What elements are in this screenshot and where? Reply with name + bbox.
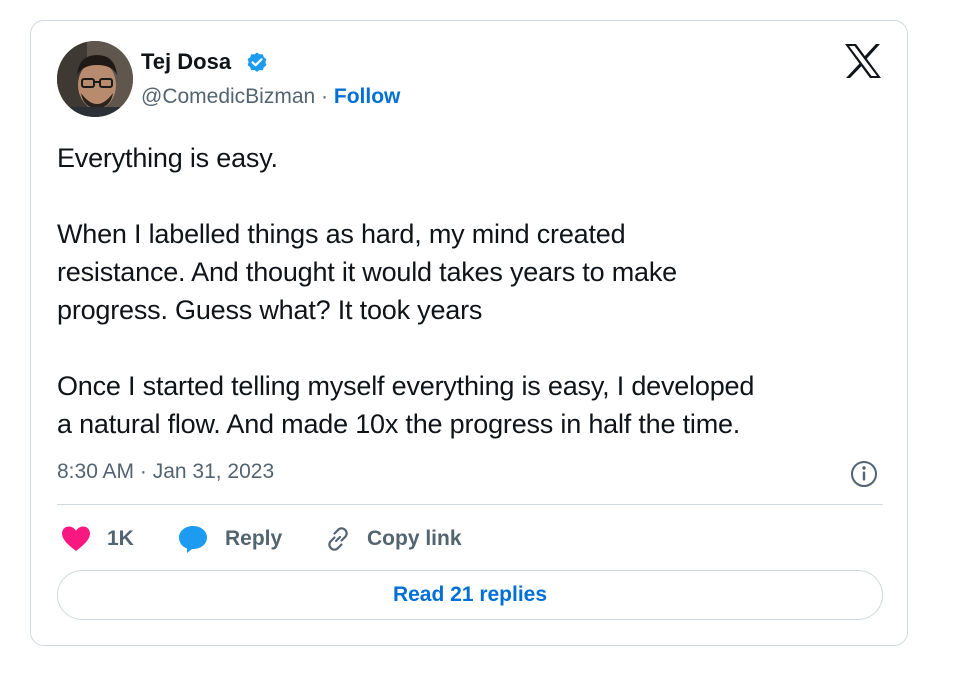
tweet-timestamp[interactable]: 8:30 AM · Jan 31, 2023 bbox=[57, 458, 274, 486]
copy-link-button[interactable]: Copy link bbox=[323, 521, 462, 557]
like-count: 1K bbox=[107, 527, 134, 550]
avatar-image bbox=[57, 41, 133, 117]
author-name[interactable]: Tej Dosa bbox=[141, 48, 231, 76]
tweet-text: Everything is easy. When I labelled thin… bbox=[57, 143, 755, 439]
like-button[interactable]: 1K bbox=[61, 521, 134, 557]
reply-label: Reply bbox=[225, 527, 283, 550]
handle-separator: · bbox=[315, 85, 334, 108]
follow-button[interactable]: Follow bbox=[334, 85, 401, 108]
speech-bubble-icon bbox=[179, 526, 207, 553]
heart-icon bbox=[62, 526, 90, 551]
info-icon[interactable] bbox=[849, 459, 879, 489]
link-icon bbox=[328, 527, 348, 551]
read-replies-label: Read 21 replies bbox=[392, 583, 548, 606]
author-handle[interactable]: @ComedicBizman bbox=[141, 85, 315, 108]
reply-button[interactable]: Reply bbox=[177, 521, 282, 557]
verified-badge-icon bbox=[247, 52, 267, 72]
read-replies-button[interactable]: Read 21 replies bbox=[57, 570, 883, 620]
handle-row: @ComedicBizman · Follow bbox=[141, 83, 400, 111]
divider bbox=[57, 504, 883, 505]
tweet-card: Tej Dosa @ComedicBizman · Follow Everyth… bbox=[30, 20, 908, 646]
copy-link-label: Copy link bbox=[367, 527, 462, 550]
x-logo-icon[interactable] bbox=[843, 43, 883, 79]
avatar[interactable] bbox=[57, 41, 133, 117]
